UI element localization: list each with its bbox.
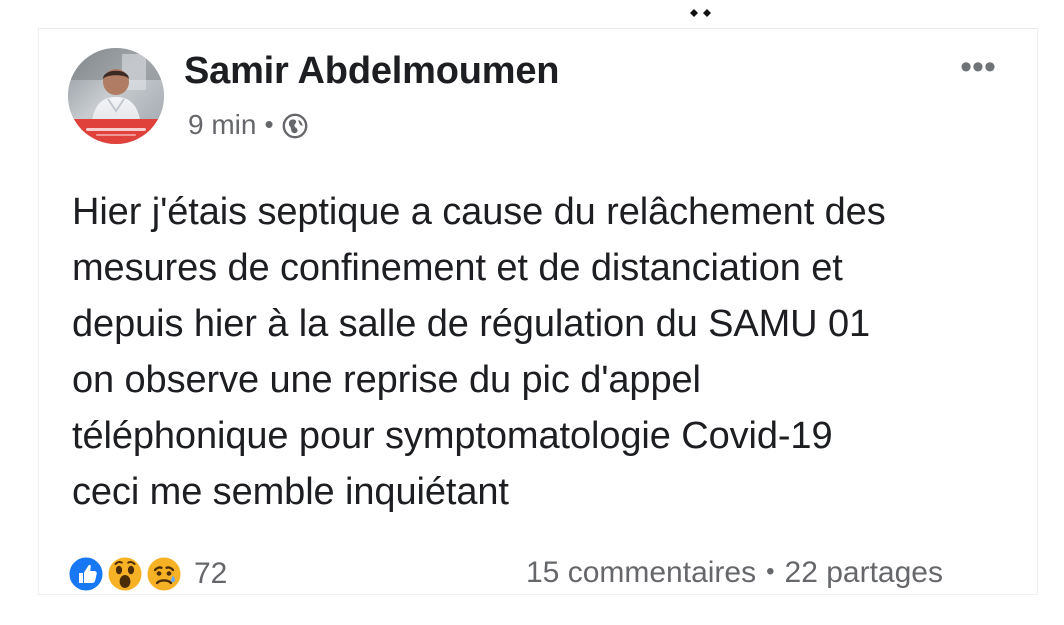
like-icon xyxy=(66,554,106,594)
meta-separator: • xyxy=(264,108,274,139)
post-meta: 9 min • xyxy=(188,108,308,142)
post-time[interactable]: 9 min xyxy=(188,108,256,142)
shares-count-link[interactable]: 22 partages xyxy=(785,555,943,591)
profile-photo-icon xyxy=(68,48,164,144)
author-avatar[interactable] xyxy=(68,48,164,144)
wow-icon xyxy=(105,554,145,594)
author-name[interactable]: Samir Abdelmoumen xyxy=(184,49,559,93)
facebook-post-screen: Samir Abdelmoumen 9 min • ••• Hier j'éta… xyxy=(0,0,1064,625)
diamond-pair-icon xyxy=(690,9,711,17)
more-horizontal-icon: ••• xyxy=(960,48,996,86)
reaction-summary[interactable]: 72 xyxy=(66,545,227,603)
reaction-count[interactable]: 72 xyxy=(194,556,227,592)
reaction-icons xyxy=(66,554,190,594)
more-options-button[interactable]: ••• xyxy=(950,47,1006,87)
post-body-text: Hier j'étais septique a cause du relâche… xyxy=(72,191,886,513)
globe-icon xyxy=(282,113,307,138)
engagement-summary: 15 commentaires • 22 partages xyxy=(526,553,943,593)
engagement-separator: • xyxy=(766,558,775,585)
comments-count-link[interactable]: 15 commentaires xyxy=(526,555,756,591)
sad-icon xyxy=(144,554,184,594)
top-status-strip xyxy=(0,0,1064,28)
